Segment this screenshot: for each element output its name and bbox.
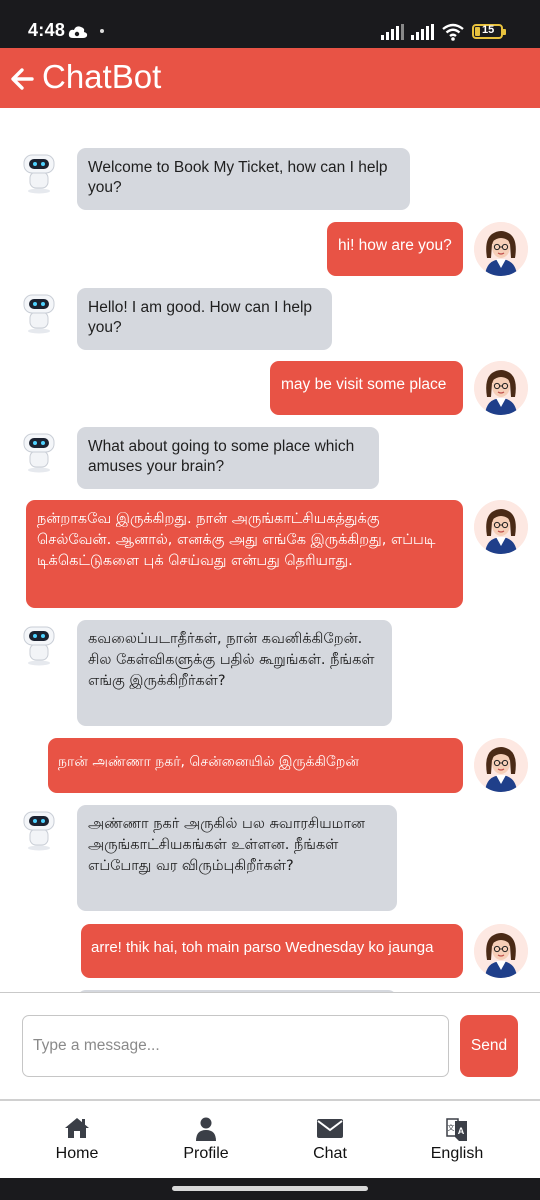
message-text: may be visit some place: [270, 361, 463, 415]
envelope-icon: [317, 1119, 343, 1138]
system-navigation-bar: [0, 1178, 540, 1200]
home-icon: [65, 1118, 89, 1138]
tab-label: Profile: [183, 1145, 229, 1162]
bot-avatar-icon: [23, 294, 55, 334]
profile-icon: [196, 1117, 216, 1141]
tab-label: Home: [55, 1145, 99, 1162]
tab-home[interactable]: Home: [22, 1101, 132, 1179]
tab-chat[interactable]: Chat: [275, 1101, 385, 1179]
bot-avatar-icon: [23, 626, 55, 666]
page-title: ChatBot: [42, 58, 162, 95]
bot-avatar-icon: [23, 433, 55, 473]
battery-level: 15: [482, 24, 495, 36]
message-text: arre! thik hai, toh main parso Wednesday…: [81, 924, 463, 978]
user-avatar-icon: [474, 222, 528, 276]
tab-label: English: [430, 1145, 484, 1162]
tab-language[interactable]: A 文 English: [402, 1101, 512, 1179]
battery-icon: 15: [472, 24, 506, 39]
message-text: அண்ணா நகர் அருகில் பல சுவாரசியமான அருங்க…: [77, 805, 397, 911]
tab-label: Chat: [313, 1145, 347, 1162]
wifi-icon: [442, 23, 464, 41]
user-avatar-icon: [474, 924, 528, 978]
message-text: நன்றாகவே இருக்கிறது. நான் அருங்காட்சியகத…: [26, 500, 463, 608]
status-time: 4:48: [28, 20, 66, 40]
app-header: ChatBot: [0, 48, 540, 108]
message-text: Hello! I am good. How can I help you?: [77, 288, 332, 350]
bottom-navigation: Home Profile Chat A 文 English: [0, 1099, 540, 1178]
message-text: கவலைப்படாதீர்கள், நான் கவனிக்கிறேன். சில…: [77, 620, 392, 726]
message-text: hi! how are you?: [327, 222, 463, 276]
message-text: What about going to some place which amu…: [77, 427, 379, 489]
dot-icon: [100, 29, 104, 33]
signal-icon: [411, 24, 434, 40]
user-avatar-icon: [474, 361, 528, 415]
user-avatar-icon: [474, 738, 528, 792]
user-avatar-icon: [474, 500, 528, 554]
status-bar: 4:48 15: [0, 0, 540, 48]
signal-icon: [381, 24, 404, 40]
message-text: Welcome to Book My Ticket, how can I hel…: [77, 148, 410, 210]
chat-messages[interactable]: Welcome to Book My Ticket, how can I hel…: [0, 108, 540, 992]
cloud-icon: [68, 26, 88, 38]
message-input[interactable]: [22, 1015, 449, 1077]
send-button[interactable]: Send: [460, 1015, 518, 1077]
message-composer: Send: [0, 993, 540, 1099]
translate-icon: A 文: [446, 1118, 467, 1141]
back-arrow-icon[interactable]: [10, 67, 34, 91]
svg-text:A: A: [458, 1126, 465, 1136]
svg-text:文: 文: [448, 1123, 455, 1132]
bot-avatar-icon: [23, 154, 55, 194]
home-gesture-handle[interactable]: [172, 1186, 368, 1191]
bot-avatar-icon: [23, 811, 55, 851]
message-text: நான் அண்ணா நகர், சென்னையில் இருக்கிறேன்: [48, 738, 463, 793]
tab-profile[interactable]: Profile: [151, 1101, 261, 1179]
